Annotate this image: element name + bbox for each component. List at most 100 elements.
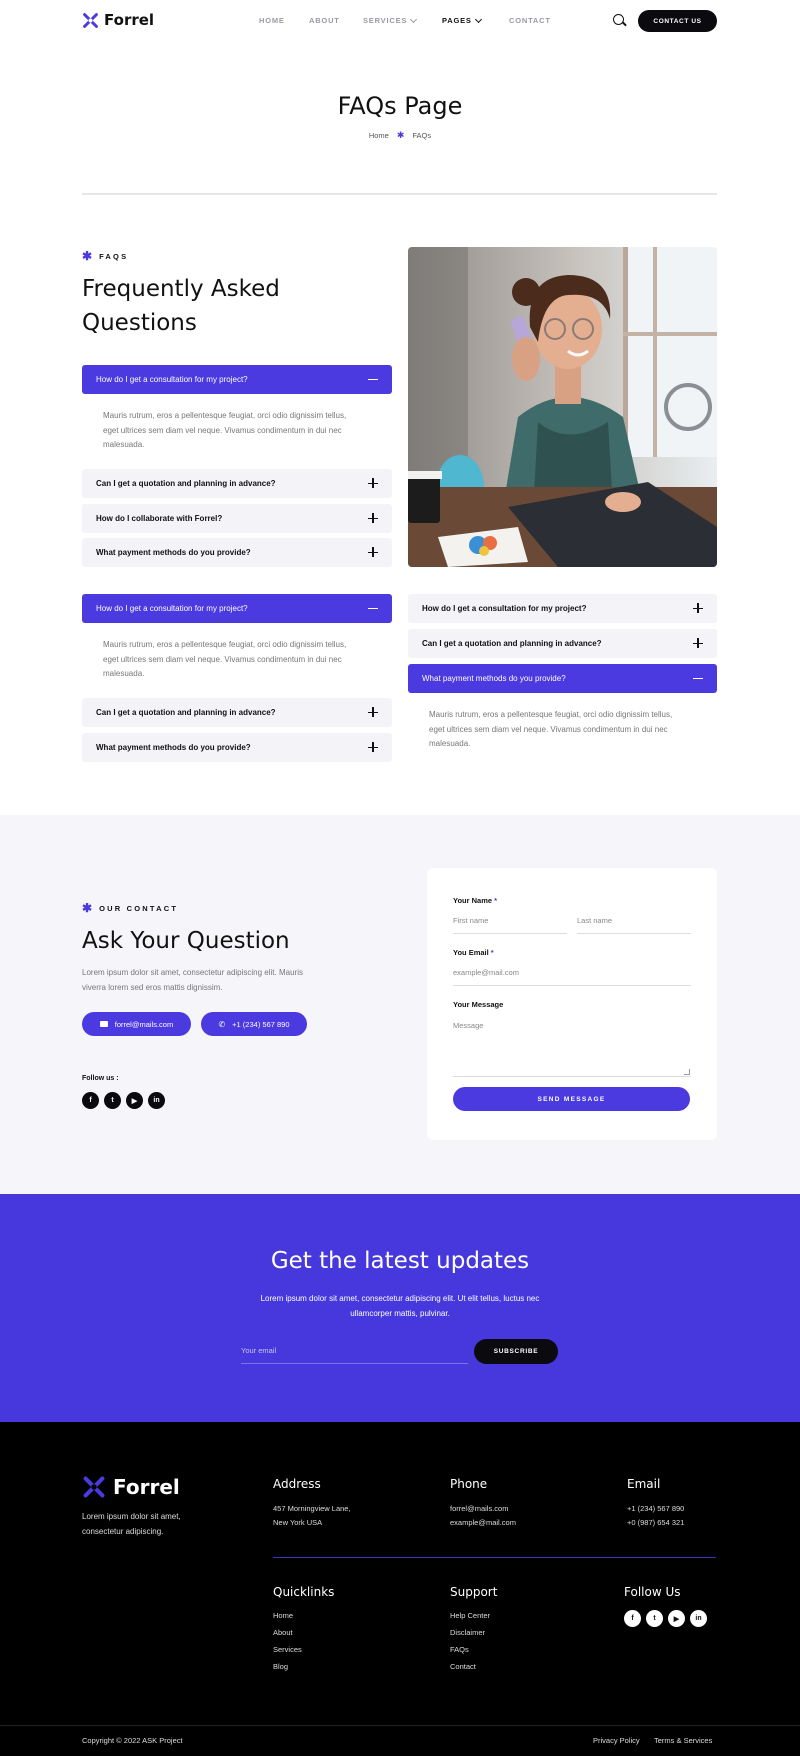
follow-label: Follow us : <box>82 1075 119 1082</box>
message-textarea[interactable]: Message <box>453 1021 691 1077</box>
faq-eyebrow-label: FAQS <box>99 251 129 261</box>
faq-item-header[interactable]: Can I get a quotation and planning in ad… <box>408 629 717 658</box>
required-mark: * <box>490 948 494 957</box>
privacy-policy-link[interactable]: Privacy Policy <box>593 1736 640 1745</box>
faq-item-header[interactable]: Can I get a quotation and planning in ad… <box>82 698 392 727</box>
brand-mark-icon <box>83 1476 105 1498</box>
footer-link-faqs[interactable]: FAQs <box>450 1645 469 1654</box>
nav-services[interactable]: SERVICES <box>363 15 418 25</box>
contact-eyebrow: ✱ OUR CONTACT <box>82 901 178 915</box>
faq-heading-line1: Frequently Asked <box>82 276 280 302</box>
faq-item-header[interactable]: How do I get a consultation for my proje… <box>408 594 717 623</box>
footer-link-home[interactable]: Home <box>273 1611 293 1620</box>
footer-logo[interactable]: Forrel <box>82 1475 180 1499</box>
brand-logo[interactable]: Forrel <box>82 11 154 29</box>
linkedin-icon[interactable]: in <box>690 1610 707 1627</box>
breadcrumb-current: FAQs <box>412 131 432 140</box>
nav-about[interactable]: ABOUT <box>309 16 340 25</box>
faq-item-header[interactable]: Can I get a quotation and planning in ad… <box>82 469 392 498</box>
contact-description: Lorem ipsum dolor sit amet, consectetur … <box>82 968 303 992</box>
faq-question: Can I get a quotation and planning in ad… <box>422 639 602 648</box>
copyright: Copyright © 2022 ASK Project <box>82 1736 183 1745</box>
faq-item-header[interactable]: What payment methods do you provide? <box>408 664 717 693</box>
footer-description: Lorem ipsum dolor sit amet, consectetur … <box>82 1512 181 1536</box>
minus-icon <box>368 374 378 384</box>
faq-item-header[interactable]: What payment methods do you provide? <box>82 733 392 762</box>
faq-question: How do I get a consultation for my proje… <box>422 604 587 613</box>
quicklinks-heading: Quicklinks <box>273 1585 335 1599</box>
newsletter-email-input[interactable]: Your email <box>241 1343 468 1364</box>
contact-us-button[interactable]: CONTACT US <box>638 10 717 32</box>
faq-question: What payment methods do you provide? <box>422 674 566 683</box>
asterisk-icon: ✱ <box>82 249 93 263</box>
facebook-icon[interactable]: f <box>82 1092 99 1109</box>
search-icon[interactable] <box>613 14 624 25</box>
nav-home[interactable]: HOME <box>259 16 285 25</box>
phone-button[interactable]: ✆ +1 (234) 567 890 <box>201 1012 307 1036</box>
follow-us-heading: Follow Us <box>624 1585 681 1599</box>
nav-pages[interactable]: PAGES <box>442 15 482 25</box>
faq-question: How do I get a consultation for my proje… <box>96 604 248 613</box>
phone-line-2: example@mail.com <box>450 1518 516 1527</box>
required-mark: * <box>494 896 498 905</box>
envelope-icon <box>99 1021 108 1027</box>
email-input[interactable]: example@mail.com <box>453 968 691 986</box>
footer-brand-name: Forrel <box>113 1475 180 1499</box>
linkedin-icon[interactable]: in <box>148 1092 165 1109</box>
footer-link-help-center[interactable]: Help Center <box>450 1611 490 1620</box>
email-button-label: forrel@mails.com <box>114 1019 174 1029</box>
faq-item-header[interactable]: How do I collaborate with Forrel? <box>82 504 392 533</box>
page-title: FAQs Page <box>337 92 463 120</box>
plus-icon <box>368 547 378 557</box>
plus-icon <box>368 707 378 717</box>
email-button[interactable]: forrel@mails.com <box>82 1012 191 1036</box>
send-message-button[interactable]: SEND MESSAGE <box>453 1087 690 1111</box>
faq-answer: Mauris rutrum, eros a pellentesque feugi… <box>103 640 347 678</box>
twitter-icon[interactable]: t <box>646 1610 663 1627</box>
youtube-icon[interactable]: ▶ <box>126 1092 143 1109</box>
footer-link-disclaimer[interactable]: Disclaimer <box>450 1628 485 1637</box>
site-header: Forrel HOME ABOUT SERVICES PAGES CONTACT… <box>0 0 800 42</box>
resize-handle-icon[interactable] <box>684 1069 690 1075</box>
name-label-text: Your Name <box>453 896 493 905</box>
breadcrumb-separator-icon: ✱ <box>396 130 405 140</box>
photo-illustration <box>408 247 717 567</box>
footer-link-contact[interactable]: Contact <box>450 1662 476 1671</box>
footer-link-services[interactable]: Services <box>273 1645 302 1654</box>
first-name-input[interactable]: First name <box>453 916 567 934</box>
facebook-icon[interactable]: f <box>624 1610 641 1627</box>
footer-link-about[interactable]: About <box>273 1628 293 1637</box>
nav-contact[interactable]: CONTACT <box>509 16 551 25</box>
contact-heading: Ask Your Question <box>82 928 290 954</box>
email-line-1: +1 (234) 567 890 <box>627 1504 685 1513</box>
faq-item-header[interactable]: What payment methods do you provide? <box>82 538 392 567</box>
faq-item-header[interactable]: How do I get a consultation for my proje… <box>82 365 392 394</box>
phone-heading: Phone <box>450 1477 488 1491</box>
email-label-text: You Email <box>453 948 489 957</box>
breadcrumb-home[interactable]: Home <box>369 131 389 140</box>
twitter-icon[interactable]: t <box>104 1092 121 1109</box>
chevron-down-icon <box>474 15 482 23</box>
brand-name: Forrel <box>104 11 155 29</box>
terms-link[interactable]: Terms & Services <box>654 1736 712 1745</box>
faq-question: What payment methods do you provide? <box>96 743 251 752</box>
footer-bottom-divider <box>0 1725 800 1726</box>
faq-heading: Frequently Asked Questions <box>82 272 280 340</box>
faq-item-header[interactable]: How do I get a consultation for my proje… <box>82 594 392 623</box>
youtube-icon[interactable]: ▶ <box>668 1610 685 1627</box>
faq-question: How do I get a consultation for my proje… <box>96 375 248 384</box>
footer-link-blog[interactable]: Blog <box>273 1662 288 1671</box>
chevron-down-icon <box>410 15 418 23</box>
brand-mark-icon <box>83 12 98 28</box>
faq-question: Can I get a quotation and planning in ad… <box>96 708 276 717</box>
faq-heading-line2: Questions <box>82 310 197 336</box>
subscribe-button[interactable]: SUBSCRIBE <box>474 1339 558 1364</box>
last-name-input[interactable]: Last name <box>577 916 691 934</box>
nav-services-label: SERVICES <box>363 16 408 25</box>
faq-eyebrow: ✱ FAQS <box>82 249 128 263</box>
footer-divider <box>273 1557 716 1558</box>
name-label: Your Name * <box>453 896 497 905</box>
email-label: You Email * <box>453 948 494 957</box>
phone-line-1: forrel@mails.com <box>450 1504 509 1513</box>
faq-question: How do I collaborate with Forrel? <box>96 514 223 523</box>
